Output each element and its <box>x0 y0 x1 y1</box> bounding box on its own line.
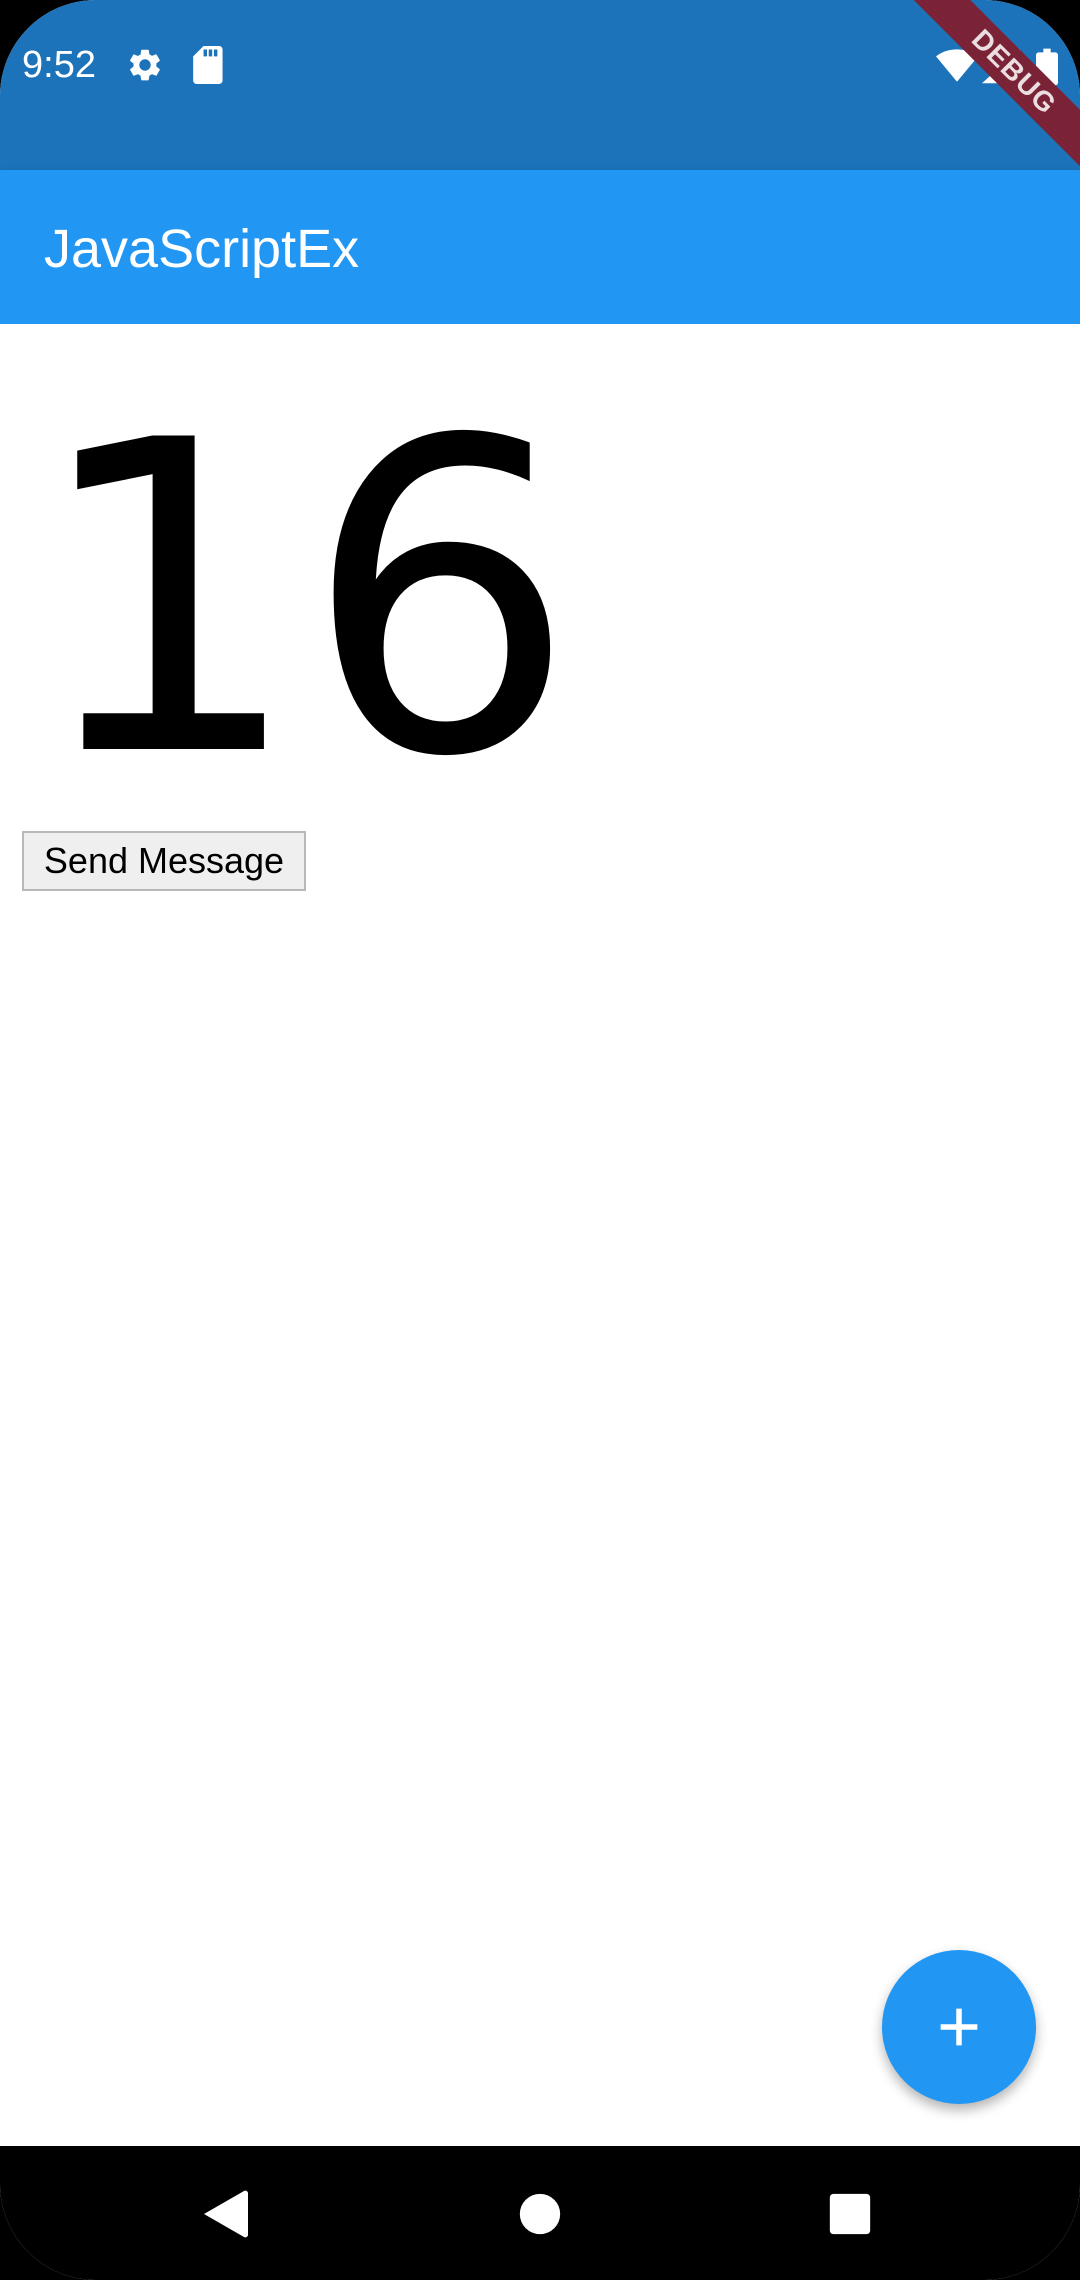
recents-icon <box>829 2193 871 2235</box>
web-view-content: 16 Send Message <box>0 324 1080 2146</box>
home-icon <box>519 2193 561 2235</box>
app-title: JavaScriptEx <box>44 219 360 279</box>
plus-icon <box>940 2008 978 2046</box>
send-message-button[interactable]: Send Message <box>22 831 306 891</box>
status-time: 9:52 <box>22 44 96 86</box>
phone-screen: 9:52 DEBUG JavaScriptEx 16 Send Message <box>0 0 1080 2280</box>
sd-card-icon <box>190 46 224 89</box>
home-button[interactable] <box>512 2186 568 2242</box>
navigation-bar <box>0 2146 1080 2280</box>
app-bar: JavaScriptEx <box>0 170 1080 324</box>
counter-value: 16 <box>30 351 578 851</box>
add-fab-button[interactable] <box>882 1950 1036 2104</box>
back-icon <box>204 2190 248 2238</box>
gear-icon <box>126 46 164 89</box>
status-bar: 9:52 <box>0 0 1080 170</box>
back-button[interactable] <box>198 2186 254 2242</box>
recents-button[interactable] <box>822 2186 878 2242</box>
